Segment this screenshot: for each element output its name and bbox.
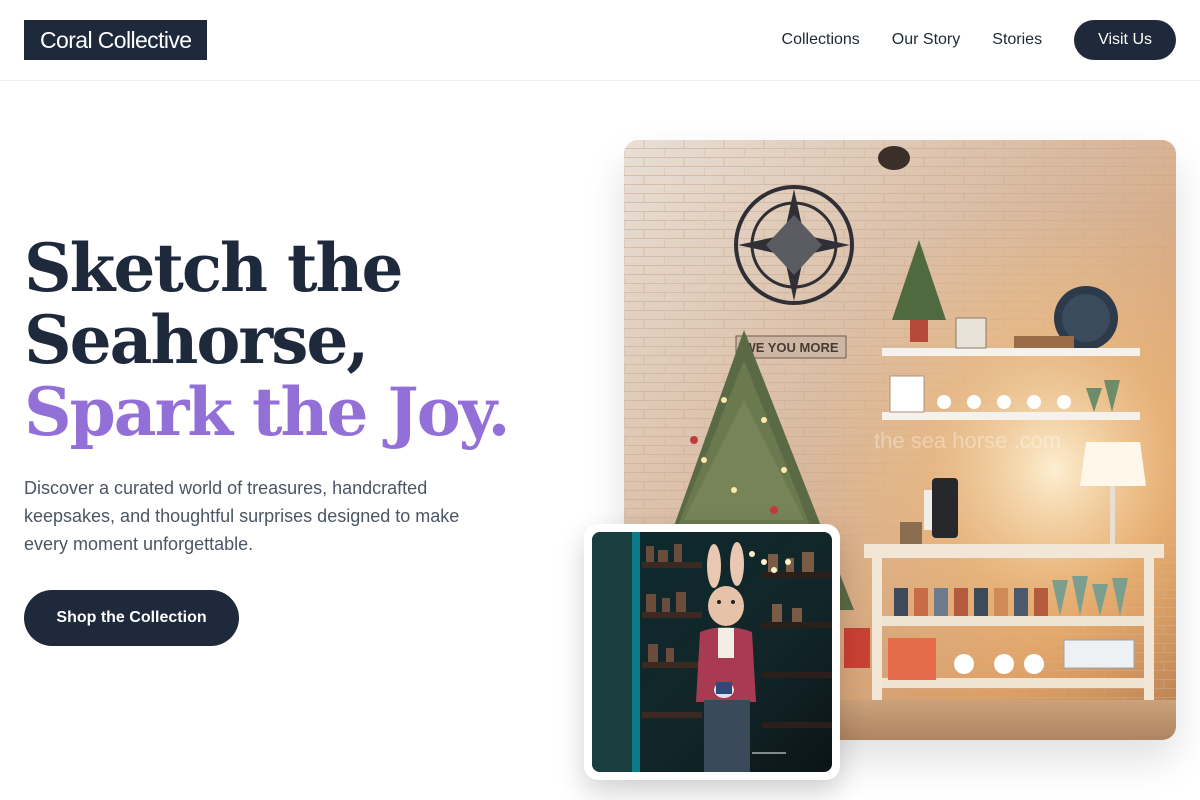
nav-stories[interactable]: Stories [992,31,1042,49]
visit-us-button[interactable]: Visit Us [1074,20,1176,60]
hero-title: Sketch the Seahorse, Spark the Joy. [24,232,584,448]
hero-title-accent: Spark the Joy. [24,373,511,451]
shop-collection-button[interactable]: Shop the Collection [24,590,239,646]
hero-title-line-1: Sketch the [24,229,403,307]
site-header: Coral Collective Collections Our Story S… [0,0,1200,81]
nav-collections[interactable]: Collections [782,31,860,49]
hero-description: Discover a curated world of treasures, h… [24,478,460,554]
hero-inset-photo [592,532,832,772]
nav-our-story[interactable]: Our Story [892,31,960,49]
brand-logo[interactable]: Coral Collective [24,20,208,60]
wall-sign-text: WE YOU MORE [743,340,838,355]
main-nav: Collections Our Story Stories Visit Us [782,20,1176,60]
rabbit-figure-illustration [592,532,832,772]
hero-title-line-2: Seahorse, [24,301,369,379]
photo-watermark: the sea horse .com [874,428,1061,453]
compass-wall-decor [734,185,854,305]
hero-inset-card [584,524,840,780]
